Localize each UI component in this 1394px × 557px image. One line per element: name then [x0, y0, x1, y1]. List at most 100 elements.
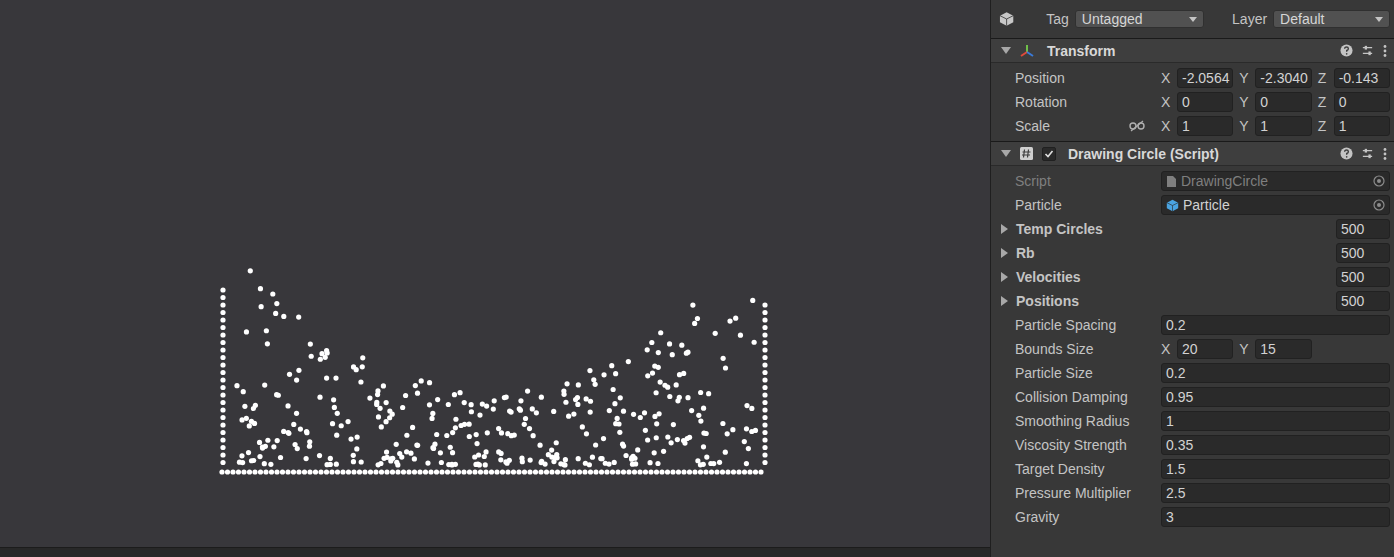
scene-view[interactable]: [0, 0, 990, 547]
axis-field[interactable]: X-2.0564: [1161, 68, 1233, 88]
particle: [762, 400, 767, 405]
axis-field[interactable]: X0: [1161, 92, 1233, 112]
axis-field[interactable]: Y15: [1239, 339, 1311, 359]
axis-field[interactable]: X20: [1161, 339, 1233, 359]
particle: [648, 469, 653, 474]
particle: [394, 460, 399, 465]
foldout-arrow-icon[interactable]: [1001, 296, 1008, 306]
layer-dropdown[interactable]: Default: [1273, 10, 1390, 28]
number-field[interactable]: 1: [1255, 116, 1311, 136]
more-menu-icon[interactable]: [1382, 147, 1388, 161]
object-picker-icon[interactable]: [1373, 175, 1385, 187]
tag-dropdown[interactable]: Untagged: [1075, 10, 1204, 28]
array-size-field[interactable]: 500: [1336, 291, 1390, 311]
particle: [612, 460, 617, 465]
array-label[interactable]: Velocities: [1001, 269, 1325, 285]
array-row[interactable]: Velocities 500: [991, 265, 1394, 289]
particle: [317, 395, 322, 400]
array-label[interactable]: Rb: [1001, 245, 1325, 261]
foldout-arrow-icon[interactable]: [1001, 224, 1008, 234]
particle: [467, 434, 472, 439]
array-row[interactable]: Temp Circles 500: [991, 217, 1394, 241]
array-size-field[interactable]: 500: [1336, 219, 1390, 239]
axis-field[interactable]: Y0: [1239, 92, 1311, 112]
array-label[interactable]: Positions: [1001, 293, 1325, 309]
particle: [762, 392, 767, 397]
number-field[interactable]: 0.35: [1161, 435, 1390, 455]
object-header: TagUntaggedLayerDefault: [991, 0, 1394, 38]
preset-sliders-icon[interactable]: [1361, 147, 1374, 160]
particle: [720, 421, 725, 426]
component-header[interactable]: Drawing Circle (Script): [991, 141, 1394, 166]
axis-field[interactable]: Y-2.3040: [1239, 68, 1311, 88]
particle: [721, 356, 726, 361]
number-field[interactable]: 0: [1255, 92, 1311, 112]
number-field[interactable]: 1.5: [1161, 459, 1390, 479]
enable-checkbox[interactable]: [1042, 147, 1056, 161]
array-row[interactable]: Rb 500: [991, 241, 1394, 265]
number-field[interactable]: -2.0564: [1177, 68, 1233, 88]
help-icon[interactable]: [1340, 44, 1353, 57]
number-field[interactable]: 0: [1177, 92, 1233, 112]
axis-label: Z: [1318, 94, 1330, 110]
particle: [762, 347, 767, 352]
axis-label: X: [1161, 94, 1173, 110]
number-field[interactable]: 0.2: [1161, 315, 1390, 335]
particle: [236, 469, 241, 474]
constrain-proportions-icon[interactable]: [1129, 120, 1145, 132]
component-header[interactable]: Transform: [991, 38, 1394, 63]
array-row[interactable]: Positions 500: [991, 289, 1394, 313]
particle: [610, 469, 615, 474]
particle: [692, 469, 697, 474]
particle: [656, 350, 661, 355]
particle: [431, 446, 436, 451]
particle: [434, 469, 439, 474]
number-field[interactable]: 3: [1161, 507, 1390, 527]
number-field[interactable]: 1: [1177, 116, 1233, 136]
foldout-arrow-icon[interactable]: [1001, 150, 1011, 157]
axis-label: Z: [1318, 118, 1330, 134]
number-field[interactable]: 2.5: [1161, 483, 1390, 503]
axis-field[interactable]: Y1: [1239, 116, 1311, 136]
float-row: Viscosity Strength0.35: [991, 433, 1394, 457]
number-field[interactable]: -0.143: [1334, 68, 1390, 88]
array-size-field[interactable]: 500: [1336, 267, 1390, 287]
particle: [296, 368, 301, 373]
particle: [453, 417, 458, 422]
object-row: ParticleParticle: [991, 193, 1394, 217]
particle: [742, 439, 747, 444]
particle: [368, 469, 373, 474]
axis-field[interactable]: Z0: [1318, 92, 1390, 112]
array-label[interactable]: Temp Circles: [1001, 221, 1325, 237]
axis-field[interactable]: X1: [1161, 116, 1233, 136]
array-size-field[interactable]: 500: [1336, 243, 1390, 263]
axis-field[interactable]: Z1: [1318, 116, 1390, 136]
particle: [220, 430, 225, 435]
number-field[interactable]: 15: [1255, 339, 1311, 359]
help-icon[interactable]: [1340, 147, 1353, 160]
number-field[interactable]: 0.95: [1161, 387, 1390, 407]
number-field[interactable]: 1: [1334, 116, 1390, 136]
inspector: TagUntaggedLayerDefaultTransform Position…: [990, 0, 1394, 557]
foldout-arrow-icon[interactable]: [1001, 272, 1008, 282]
object-field[interactable]: Particle: [1161, 195, 1390, 215]
axis-field[interactable]: Z-0.143: [1318, 68, 1390, 88]
particle: [234, 383, 239, 388]
foldout-arrow-icon[interactable]: [1001, 248, 1008, 258]
number-field[interactable]: 0: [1334, 92, 1390, 112]
particle: [425, 460, 430, 465]
particle: [230, 469, 235, 474]
particle: [220, 287, 225, 292]
number-field[interactable]: -2.3040: [1255, 68, 1311, 88]
preset-sliders-icon[interactable]: [1361, 44, 1374, 57]
more-menu-icon[interactable]: [1382, 44, 1388, 58]
particle: [539, 395, 544, 400]
particle: [388, 456, 393, 461]
number-field[interactable]: 0.2: [1161, 363, 1390, 383]
vector-field: X0Y0Z0: [1161, 92, 1390, 112]
number-field[interactable]: 20: [1177, 339, 1233, 359]
object-picker-icon[interactable]: [1373, 199, 1385, 211]
number-field[interactable]: 1: [1161, 411, 1390, 431]
foldout-arrow-icon[interactable]: [1001, 47, 1011, 54]
particle: [650, 370, 655, 375]
